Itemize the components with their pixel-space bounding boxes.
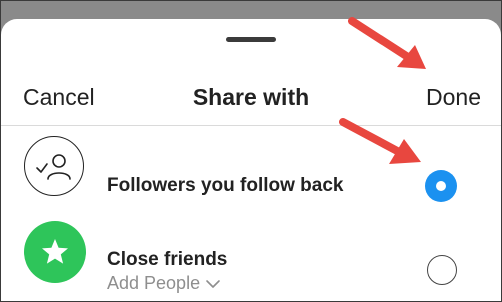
option-row-close-friends[interactable]: Close friends Add People	[1, 211, 501, 294]
add-people-label: Add People	[107, 273, 201, 293]
done-button[interactable]: Done	[426, 77, 481, 117]
radio-unselected[interactable]	[427, 255, 457, 285]
people-check-icon	[24, 136, 84, 196]
share-sheet: Cancel Share with Done Followers you fol…	[1, 19, 501, 301]
star-icon	[24, 221, 86, 283]
option-label: Close friends	[107, 249, 228, 270]
option-row-followers[interactable]: Followers you follow back	[1, 126, 501, 206]
radio-selected[interactable]	[425, 170, 457, 202]
add-people-link[interactable]: Add People	[107, 273, 221, 294]
sheet-drag-handle[interactable]	[226, 37, 276, 42]
sheet-header: Cancel Share with Done	[1, 77, 501, 117]
option-label: Followers you follow back	[107, 175, 344, 196]
screenshot-frame: Cancel Share with Done Followers you fol…	[0, 0, 502, 302]
chevron-down-icon	[206, 279, 220, 288]
